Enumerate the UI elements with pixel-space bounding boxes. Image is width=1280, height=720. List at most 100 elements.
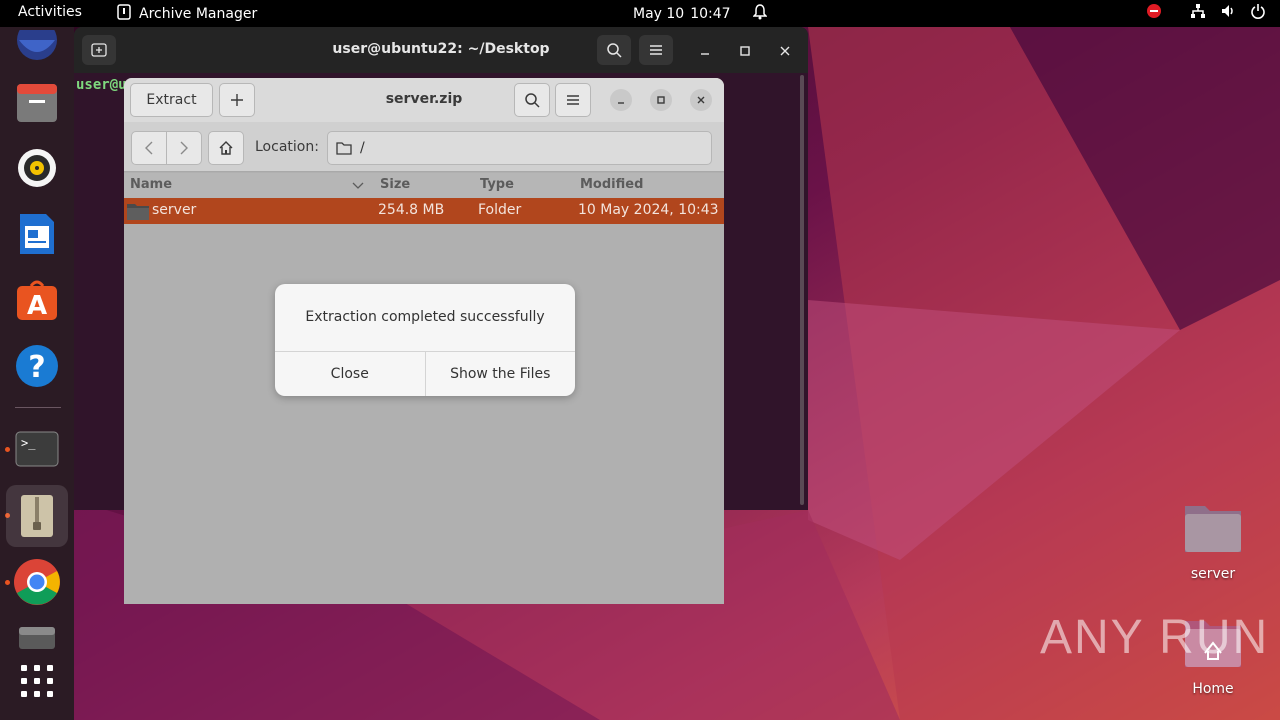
close-button[interactable]: Close [275, 352, 425, 396]
svg-text:A: A [27, 291, 47, 321]
maximize-icon [657, 96, 665, 104]
help-icon: ? [16, 345, 58, 387]
writer-icon [20, 214, 54, 254]
desktop-icon-server[interactable]: server [1173, 500, 1253, 582]
dock-libreoffice-writer[interactable] [11, 208, 63, 260]
column-modified[interactable]: Modified [580, 177, 643, 192]
activities-button[interactable]: Activities [18, 4, 82, 20]
app-center-icon: A [17, 280, 57, 321]
search-icon [607, 43, 622, 58]
home-icon [219, 141, 233, 155]
desktop-icon-label: server [1190, 566, 1236, 582]
column-type[interactable]: Type [480, 177, 514, 192]
terminal-prompt: user@u [76, 77, 127, 93]
row-size: 254.8 MB [378, 202, 445, 218]
dock-archive-manager[interactable] [6, 485, 68, 547]
notification-bell-icon [751, 4, 768, 24]
close-icon [697, 96, 705, 104]
minimize-icon [618, 102, 624, 104]
dock: A ? >_ [0, 27, 74, 720]
folder-icon [1185, 506, 1241, 552]
archive-maximize-button[interactable] [650, 89, 672, 111]
archive-title: server.zip [385, 91, 463, 107]
terminal-minimize-button[interactable] [693, 39, 717, 63]
dialog-button-row: Close Show the Files [275, 351, 575, 396]
row-name: server [152, 202, 197, 218]
column-name[interactable]: Name [130, 177, 172, 192]
anyrun-watermark: ANY RUN [1040, 611, 1270, 664]
terminal-search-button[interactable] [597, 35, 631, 65]
column-size[interactable]: Size [380, 177, 410, 192]
hamburger-menu-icon [650, 45, 662, 55]
terminal-close-button[interactable] [773, 39, 797, 63]
dock-chrome[interactable] [11, 556, 63, 608]
do-not-disturb-icon [1146, 3, 1162, 19]
archive-headerbar: Extract server.zip [124, 78, 724, 122]
sort-chevron-down-icon [352, 179, 364, 194]
archive-close-button[interactable] [690, 89, 712, 111]
show-apps-icon [21, 665, 53, 697]
dock-help[interactable]: ? [11, 340, 63, 392]
terminal-menu-button[interactable] [639, 35, 673, 65]
chevron-right-icon [180, 141, 188, 155]
table-row[interactable]: server 254.8 MB Folder 10 May 2024, 10:4… [124, 198, 724, 224]
row-type: Folder [478, 202, 522, 218]
svg-text:>_: >_ [21, 436, 36, 450]
system-tray[interactable] [1146, 3, 1266, 19]
app-menu-label: Archive Manager [139, 6, 258, 22]
minimize-icon [701, 53, 709, 55]
home-button[interactable] [208, 131, 244, 165]
chrome-icon [14, 559, 60, 605]
location-label: Location: [255, 139, 319, 155]
hamburger-menu-icon [567, 95, 579, 105]
volume-icon [1220, 3, 1236, 19]
dock-app-center[interactable]: A [11, 274, 63, 326]
location-path: / [360, 140, 365, 156]
disk-icon [19, 627, 55, 649]
svg-text:?: ? [28, 350, 45, 385]
search-icon [525, 93, 540, 108]
forward-button[interactable] [166, 131, 202, 165]
dock-files[interactable] [11, 77, 63, 129]
folder-icon [336, 142, 352, 155]
dock-show-apps[interactable] [11, 655, 63, 707]
file-list-header: Name Size Type Modified [124, 173, 724, 198]
maximize-icon [740, 46, 750, 56]
terminal-scrollbar[interactable] [800, 75, 804, 505]
archive-search-button[interactable] [514, 83, 550, 117]
close-icon [780, 46, 790, 56]
archive-manager-icon [117, 4, 131, 24]
desktop-icon-label: Home [1192, 681, 1234, 697]
dock-terminal[interactable]: >_ [11, 423, 63, 475]
clock-time: 10:47 [690, 6, 731, 22]
archive-minimize-button[interactable] [610, 89, 632, 111]
app-menu[interactable]: Archive Manager [117, 4, 257, 24]
show-files-button[interactable]: Show the Files [424, 352, 576, 396]
terminal-headerbar: user@ubuntu22: ~/Desktop [74, 27, 808, 73]
top-bar: Activities Archive Manager May 10 10:47 [0, 0, 1280, 27]
files-icon [17, 84, 57, 122]
location-toolbar: Location: / [124, 122, 724, 172]
running-indicator [5, 580, 10, 585]
back-button[interactable] [131, 131, 167, 165]
clock-date: May 10 [633, 6, 685, 22]
terminal-maximize-button[interactable] [733, 39, 757, 63]
folder-icon [126, 201, 150, 225]
archive-manager-icon [21, 495, 53, 537]
power-icon [1250, 3, 1266, 19]
rhythmbox-icon [18, 149, 56, 187]
running-indicator [5, 447, 10, 452]
dock-separator [15, 407, 61, 408]
location-field[interactable]: / [327, 131, 712, 165]
terminal-icon: >_ [15, 431, 59, 467]
archive-menu-button[interactable] [555, 83, 591, 117]
chevron-left-icon [145, 141, 153, 155]
extraction-complete-dialog: Extraction completed successfully Close … [275, 284, 575, 396]
firefox-icon [17, 30, 57, 60]
clock[interactable]: May 10 10:47 [633, 4, 768, 24]
network-icon [1190, 3, 1206, 19]
row-modified: 10 May 2024, 10:43 [578, 202, 719, 218]
dock-rhythmbox[interactable] [11, 142, 63, 194]
dock-firefox[interactable] [11, 21, 63, 73]
dialog-message: Extraction completed successfully [305, 309, 545, 325]
